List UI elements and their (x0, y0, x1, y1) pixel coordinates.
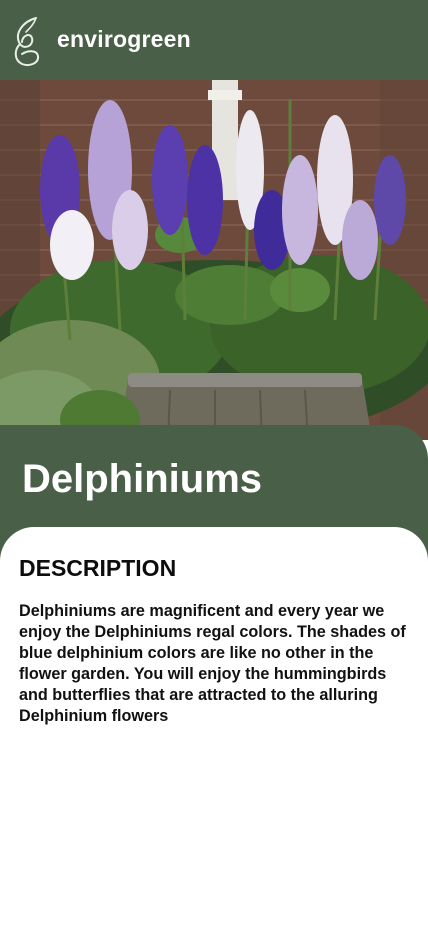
brand-name[interactable]: envirogreen (57, 26, 191, 53)
leaf-logo-icon[interactable] (12, 16, 42, 68)
plant-title: Delphiniums (22, 457, 263, 501)
description-text: Delphiniums are magnificent and every ye… (19, 602, 406, 725)
app-bar: envirogreen (0, 0, 428, 80)
description-sheet: DESCRIPTION Delphiniums are magnificent … (0, 527, 428, 926)
hero-image (0, 80, 428, 440)
description-heading: DESCRIPTION (19, 555, 177, 581)
